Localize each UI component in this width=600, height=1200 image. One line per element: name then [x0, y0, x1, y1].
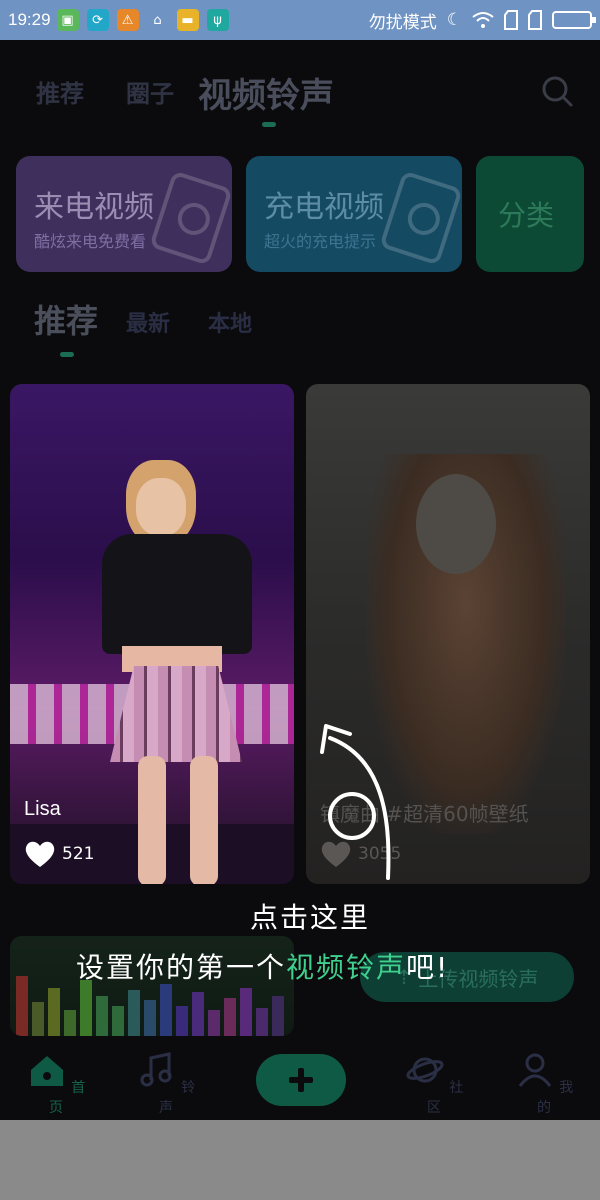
- nav-profile[interactable]: 我的: [514, 1052, 574, 1117]
- top-nav: 推荐 圈子 视频铃声: [0, 40, 600, 140]
- dnd-mode-label: 勿扰模式: [368, 12, 437, 33]
- sync-notification-icon: ⟳: [86, 9, 109, 31]
- plus-icon: [289, 1068, 313, 1092]
- card-title: 分类: [498, 199, 555, 232]
- usb-icon: ψ: [206, 9, 229, 31]
- video-title: 镇魔曲 #超清60帧壁纸: [320, 802, 529, 826]
- video-card[interactable]: Lisa 521: [10, 384, 294, 884]
- video-row: ⇡ 上传视频铃声: [10, 896, 590, 1036]
- create-button[interactable]: [256, 1054, 346, 1106]
- tab-recommend[interactable]: 推荐: [36, 74, 84, 109]
- phone-video-icon: [149, 170, 232, 266]
- like-number: 3055: [358, 844, 402, 864]
- moon-icon: ☾: [446, 10, 462, 30]
- status-time: 19:29: [8, 10, 51, 29]
- performer-top-image: [102, 534, 252, 654]
- card-title: 来电视频: [34, 190, 154, 225]
- user-icon: [518, 1053, 551, 1087]
- nav-home[interactable]: 首页: [26, 1052, 86, 1117]
- tab-video-ringtone[interactable]: 视频铃声: [198, 68, 334, 117]
- search-icon[interactable]: [540, 74, 574, 108]
- card-subtitle: 酷炫来电免费看: [34, 232, 147, 251]
- heart-icon: [321, 841, 351, 867]
- subtab-local[interactable]: 本地: [208, 306, 252, 338]
- like-count[interactable]: 521: [24, 840, 94, 868]
- music-icon: [140, 1052, 172, 1087]
- heart-icon: [25, 841, 55, 867]
- statue-head-image: [416, 474, 496, 574]
- upload-icon: ⇡: [395, 965, 413, 989]
- sim1-icon: [504, 10, 518, 30]
- upload-video-ringtone-button[interactable]: ⇡ 上传视频铃声: [360, 952, 574, 1002]
- sub-tabs: 推荐 最新 本地: [0, 296, 600, 357]
- bottom-nav: 首页 铃声 社区 我的: [0, 1040, 600, 1120]
- card-title: 充电视频: [264, 190, 384, 225]
- nav-community[interactable]: 社区: [404, 1052, 464, 1117]
- like-number: 521: [62, 844, 95, 864]
- charging-phone-icon: [379, 170, 462, 266]
- subtab-indicator: [60, 352, 74, 357]
- performer-leg-image: [190, 756, 218, 884]
- sim2-icon: [528, 10, 542, 30]
- clean-icon: ⌂: [153, 12, 162, 28]
- card-charging-video[interactable]: 充电视频 超火的充电提示: [246, 156, 462, 272]
- folder-icon: ▬: [176, 9, 199, 31]
- app-notification-icon: ▣: [56, 9, 79, 31]
- system-nav-area: [0, 1120, 600, 1200]
- nav-ringtone[interactable]: 铃声: [136, 1052, 196, 1117]
- status-bar: 19:29 ▣ ⟳ ⚠ ⌂ ▬ ψ 勿扰模式 ☾: [0, 0, 600, 40]
- warning-icon: ⚠: [116, 9, 139, 31]
- card-subtitle: 超火的充电提示: [264, 232, 377, 251]
- planet-icon: [406, 1057, 444, 1083]
- performer-leg-image: [138, 756, 166, 884]
- card-incoming-call-video[interactable]: 来电视频 酷炫来电免费看: [16, 156, 232, 272]
- app-screen: 推荐 圈子 视频铃声 来电视频 酷炫来电免费看 充电视频 超火的充电提示 分类 …: [0, 40, 600, 1120]
- video-card[interactable]: 镇魔曲 #超清60帧壁纸 3055: [306, 384, 590, 884]
- equalizer-video-thumbnail[interactable]: [10, 936, 294, 1036]
- subtab-recommend[interactable]: 推荐: [34, 296, 98, 342]
- performer-face-image: [136, 478, 186, 536]
- like-count[interactable]: 3055: [320, 840, 401, 868]
- performer-skirt-image: [110, 666, 242, 762]
- tab-circle[interactable]: 圈子: [126, 74, 174, 109]
- card-category[interactable]: 分类: [476, 156, 584, 272]
- video-title: Lisa: [24, 798, 61, 820]
- battery-icon: [552, 11, 596, 29]
- subtab-latest[interactable]: 最新: [126, 306, 170, 338]
- upload-button-label: 上传视频铃声: [418, 966, 539, 991]
- home-icon: [30, 1056, 63, 1086]
- wifi-icon: [472, 12, 494, 28]
- tab-indicator: [262, 122, 276, 127]
